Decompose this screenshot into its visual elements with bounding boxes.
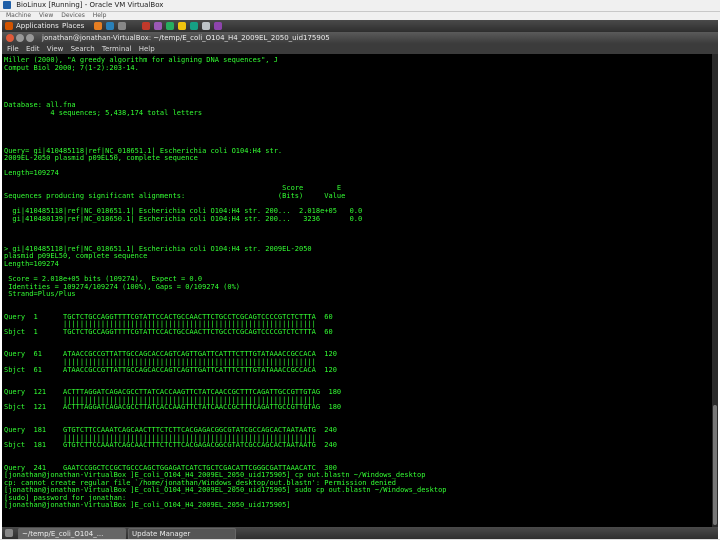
- close-icon[interactable]: [6, 34, 14, 42]
- terminal-line: Sequences producing significant alignmen…: [4, 191, 346, 200]
- menu-machine[interactable]: Machine: [6, 12, 31, 19]
- virtualbox-title: BioLinux [Running] - Oracle VM VirtualBo…: [16, 1, 164, 9]
- bottom-panel: ~/temp/E_coli_O104_... Update Manager: [2, 527, 718, 540]
- terminal-menu-edit[interactable]: Edit: [26, 45, 40, 53]
- launcher-icon-4[interactable]: [178, 22, 186, 30]
- terminal-line: [jonathan@jonathan-VirtualBox ]E_coli_O1…: [4, 501, 295, 510]
- mail-icon[interactable]: [106, 22, 114, 30]
- launcher-icon-2[interactable]: [154, 22, 162, 30]
- show-desktop-icon[interactable]: [5, 529, 13, 537]
- terminal-line: 4 sequences; 5,438,174 total letters: [4, 108, 203, 117]
- maximize-icon[interactable]: [26, 34, 34, 42]
- virtualbox-title-bar[interactable]: BioLinux [Running] - Oracle VM VirtualBo…: [0, 0, 720, 12]
- ubuntu-logo-icon: [5, 22, 13, 30]
- launcher-icon-7[interactable]: [214, 22, 222, 30]
- menu-devices[interactable]: Devices: [61, 12, 85, 19]
- task-terminal-label: ~/temp/E_coli_O104_...: [22, 530, 104, 538]
- terminal-line: Sbjct 1 TGCTCTGCCAGGTTTTCGTATTCCACTGCCAA…: [4, 327, 333, 336]
- virtualbox-menu-bar: Machine View Devices Help: [0, 12, 720, 20]
- terminal-menu-help[interactable]: Help: [139, 45, 155, 53]
- minimize-icon[interactable]: [16, 34, 24, 42]
- virtualbox-icon: [3, 1, 11, 9]
- top-panel: Applications Places: [2, 20, 718, 32]
- terminal-line: Length=109274: [4, 259, 59, 268]
- applications-menu[interactable]: Applications: [16, 20, 59, 32]
- terminal-menu-search[interactable]: Search: [71, 45, 95, 53]
- guest-screen: Applications Places jonathan@jonathan-Vi…: [2, 20, 718, 540]
- menu-help[interactable]: Help: [93, 12, 107, 19]
- terminal-line: 2009EL-2050 plasmid p09EL50, complete se…: [4, 154, 198, 163]
- terminal-output[interactable]: Miller (2000), "A greedy algorithm for a…: [2, 54, 718, 527]
- launcher-icon-6[interactable]: [202, 22, 210, 30]
- terminal-title: jonathan@jonathan-VirtualBox: ~/temp/E_c…: [42, 34, 330, 42]
- terminal-line: Sbjct 61 ATAACCGCCGTTATTGCCAGCACCAGTCAGT…: [4, 365, 337, 374]
- launcher-icon-3[interactable]: [166, 22, 174, 30]
- terminal-menu-view[interactable]: View: [47, 45, 64, 53]
- terminal-line: Strand=Plus/Plus: [4, 290, 76, 299]
- terminal-line: Comput Biol 2000; 7(1-2):203-14.: [4, 63, 139, 72]
- terminal-menu-file[interactable]: File: [7, 45, 19, 53]
- virtualbox-window: BioLinux [Running] - Oracle VM VirtualBo…: [0, 0, 720, 540]
- firefox-icon[interactable]: [94, 22, 102, 30]
- menu-view[interactable]: View: [39, 12, 53, 19]
- task-update-manager-label: Update Manager: [132, 530, 191, 538]
- terminal-menu-terminal[interactable]: Terminal: [102, 45, 132, 53]
- help-icon[interactable]: [118, 22, 126, 30]
- terminal-scrollbar[interactable]: [712, 54, 718, 527]
- terminal-line: Length=109274: [4, 169, 59, 178]
- terminal-line: Sbjct 181 GTGTCTTCCAAATCAGCAACTTTCTCTTCA…: [4, 441, 337, 450]
- terminal-menu-bar: File Edit View Search Terminal Help: [2, 44, 718, 54]
- launcher-icon-1[interactable]: [142, 22, 150, 30]
- places-menu[interactable]: Places: [62, 20, 84, 32]
- terminal-title-bar[interactable]: jonathan@jonathan-VirtualBox: ~/temp/E_c…: [2, 32, 718, 44]
- launcher-icon-5[interactable]: [190, 22, 198, 30]
- scrollbar-thumb[interactable]: [713, 405, 717, 525]
- terminal-line: Sbjct 121 ACTTTAGGATCAGACGCCTTATCACCAAGT…: [4, 403, 342, 412]
- terminal-line: gi|410480139|ref|NC_018650.1| Escherichi…: [4, 214, 363, 223]
